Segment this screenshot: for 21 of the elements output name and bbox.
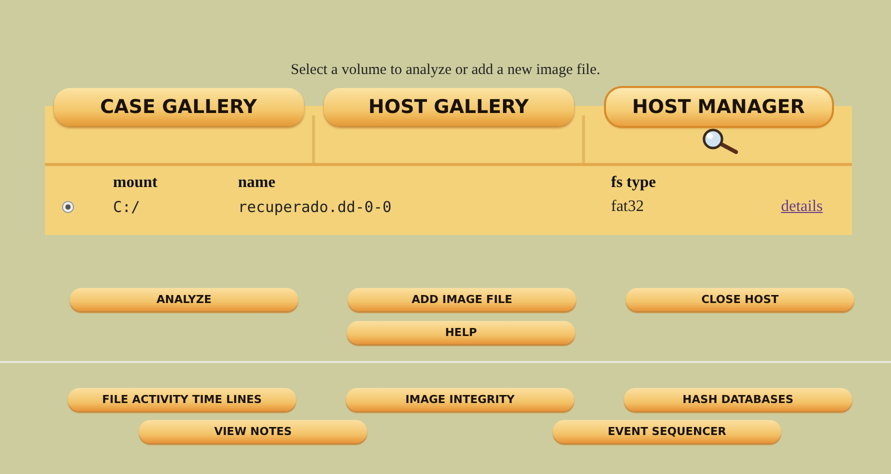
- button[interactable]: VIEW NOTES: [139, 420, 367, 443]
- tab[interactable]: HOST GALLERY: [324, 88, 574, 126]
- radio-button[interactable]: [62, 201, 74, 213]
- tab[interactable]: CASE GALLERY: [54, 88, 304, 126]
- column-header: name: [238, 174, 276, 192]
- tab[interactable]: HOST MANAGER: [606, 88, 832, 126]
- button[interactable]: EVENT SEQUENCER: [553, 420, 781, 443]
- column-header: mount: [113, 174, 158, 192]
- column-header: fs type: [611, 174, 657, 192]
- instruction-text: Select a volume to analyze or add a new image file.: [290, 61, 602, 80]
- button[interactable]: ADD IMAGE FILE: [348, 288, 576, 311]
- table-cell-text: fat32: [611, 198, 645, 216]
- table-cell-text: C:/: [113, 198, 142, 216]
- button[interactable]: CLOSE HOST: [626, 288, 854, 311]
- button[interactable]: IMAGE INTEGRITY: [346, 388, 574, 411]
- button[interactable]: ANALYZE: [70, 288, 298, 311]
- details-link[interactable]: details: [781, 198, 823, 215]
- button[interactable]: FILE ACTIVITY TIME LINES: [68, 388, 296, 411]
- button[interactable]: HASH DATABASES: [624, 388, 852, 411]
- button[interactable]: HELP: [347, 321, 575, 344]
- table-cell-text: recuperado.dd-0-0: [238, 198, 393, 216]
